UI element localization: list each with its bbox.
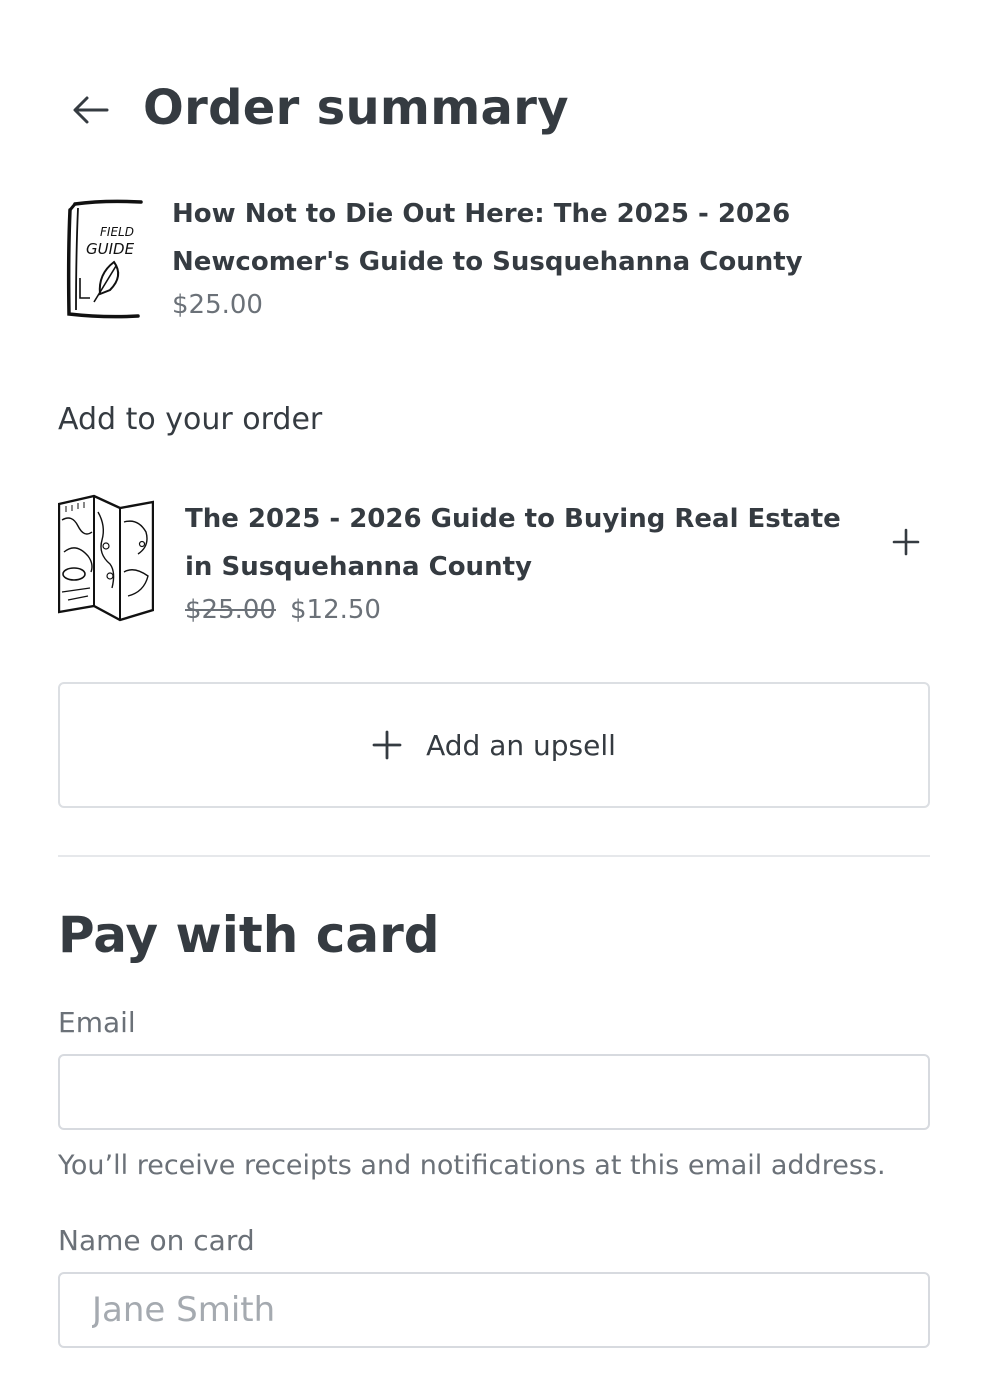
svg-text:GUIDE: GUIDE bbox=[86, 240, 135, 258]
plus-icon bbox=[372, 730, 402, 760]
upsell-section-label: Add to your order bbox=[58, 402, 323, 437]
upsell-item-name: The 2025 - 2026 Guide to Buying Real Est… bbox=[185, 504, 841, 582]
order-item-name: How Not to Die Out Here: The 2025 - 2026… bbox=[172, 199, 803, 277]
section-divider bbox=[58, 855, 930, 857]
page-title: Order summary bbox=[143, 80, 569, 136]
add-an-upsell-label: Add an upsell bbox=[426, 728, 616, 762]
pay-with-card-title: Pay with card bbox=[58, 906, 440, 964]
arrow-left-icon bbox=[73, 96, 109, 124]
upsell-original-price: $25.00 bbox=[185, 595, 276, 625]
svg-text:FIELD: FIELD bbox=[100, 225, 134, 239]
name-on-card-field[interactable] bbox=[58, 1272, 930, 1348]
back-button[interactable] bbox=[64, 86, 116, 134]
email-label: Email bbox=[58, 1006, 136, 1039]
field-guide-thumbnail: FIELD GUIDE bbox=[66, 199, 143, 319]
order-item-price: $25.00 bbox=[172, 290, 263, 320]
plus-icon bbox=[892, 528, 920, 556]
add-an-upsell-button[interactable]: Add an upsell bbox=[58, 682, 930, 808]
email-help-text: You’ll receive receipts and notification… bbox=[58, 1150, 886, 1181]
map-thumbnail bbox=[58, 494, 154, 622]
upsell-sale-price: $12.50 bbox=[289, 595, 381, 625]
upsell-item: The 2025 - 2026 Guide to Buying Real Est… bbox=[58, 492, 930, 642]
email-field[interactable] bbox=[58, 1054, 930, 1130]
add-upsell-item-button[interactable] bbox=[886, 522, 926, 562]
name-on-card-label: Name on card bbox=[58, 1224, 255, 1257]
